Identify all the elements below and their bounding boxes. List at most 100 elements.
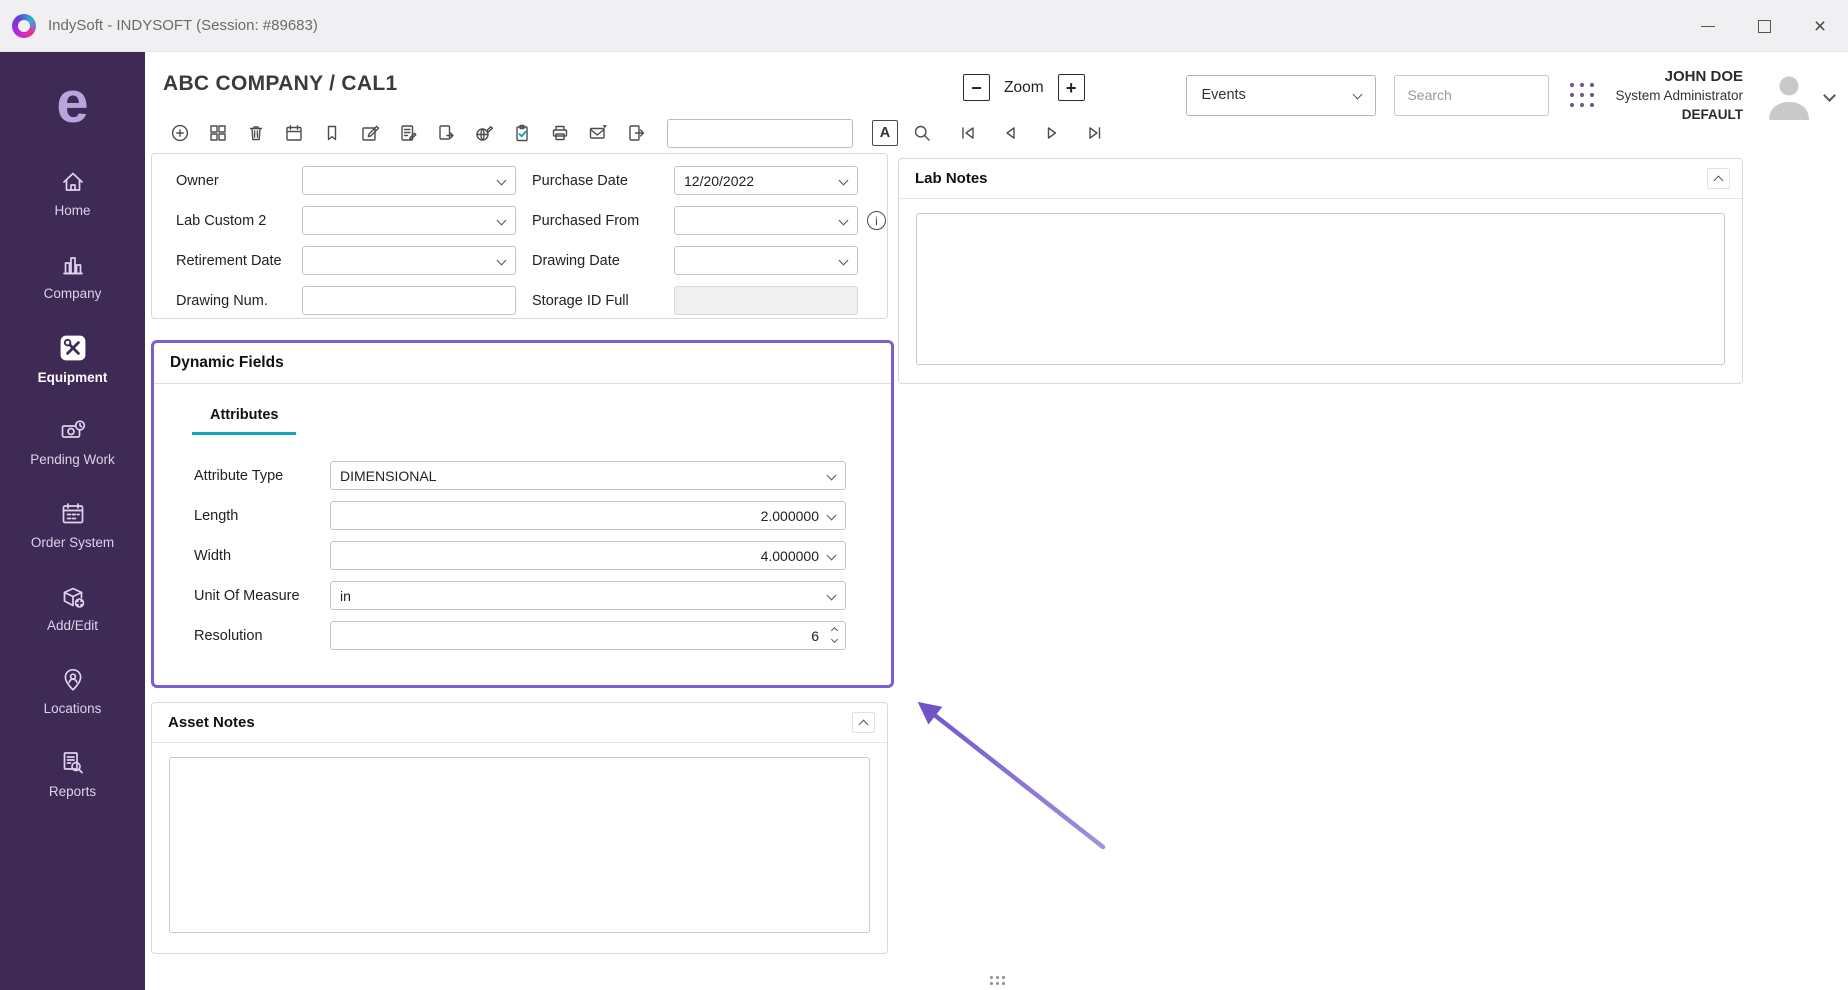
add-record-button[interactable] [165,119,194,148]
field-label-resolution: Resolution [194,628,330,644]
events-dropdown-value: Events [1201,87,1245,103]
text-style-toggle-button[interactable]: A [872,120,898,146]
retirement-date-select[interactable] [302,246,516,275]
close-button[interactable]: × [1792,0,1848,52]
user-info: JOHN DOE System Administrator DEFAULT [1615,66,1743,125]
sidebar-item-company[interactable]: Company [0,235,145,318]
field-label-purchase-date: Purchase Date [516,173,674,189]
email-icon [588,123,608,143]
window-controls: × [1680,0,1848,52]
nav-first-button[interactable] [953,119,982,148]
length-row: Length 2.000000 [194,501,891,530]
close-icon: × [1814,16,1826,37]
splitter-grip[interactable] [990,976,1005,985]
nav-prev-icon [1001,124,1019,142]
avatar-icon [1761,70,1817,120]
doc-transfer-button[interactable] [431,119,460,148]
field-label-retirement-date: Retirement Date [176,253,302,269]
purchased-from-select[interactable] [674,206,858,235]
delete-button[interactable] [241,119,270,148]
width-value: 4.000000 [761,548,819,564]
nav-first-icon [959,124,977,142]
waffle-dots-icon [1567,80,1597,110]
email-button[interactable] [583,119,612,148]
sidebar-item-reports[interactable]: Reports [0,733,145,816]
resolution-value: 6 [811,628,819,644]
edit-button[interactable] [355,119,384,148]
unit-of-measure-select[interactable]: in [330,581,846,610]
maximize-button[interactable] [1736,0,1792,52]
events-dropdown[interactable]: Events [1186,75,1376,116]
nav-next-button[interactable] [1037,119,1066,148]
equipment-icon [59,334,87,362]
record-toolbar: A [165,116,1108,150]
unit-of-measure-row: Unit Of Measure in [194,581,891,610]
field-label-length: Length [194,508,330,524]
zoom-out-button[interactable]: − [963,74,990,101]
nav-last-button[interactable] [1079,119,1108,148]
chevron-down-icon [1823,89,1836,102]
field-label-drawing-num: Drawing Num. [176,293,302,309]
sidebar-item-pending-work[interactable]: Pending Work [0,401,145,484]
asset-notes-collapse-button[interactable] [852,712,875,733]
sidebar-item-equipment[interactable]: Equipment [0,318,145,401]
tab-attributes[interactable]: Attributes [192,407,296,435]
print-button[interactable] [545,119,574,148]
chevron-up-icon [831,627,838,634]
minimize-button[interactable] [1680,0,1736,52]
zoom-label: Zoom [1004,79,1044,97]
chevron-down-icon [1353,89,1363,99]
search-input[interactable] [1394,75,1549,116]
copy-layout-button[interactable] [203,119,232,148]
sidebar-item-add-edit[interactable]: Add/Edit [0,567,145,650]
width-select[interactable]: 4.000000 [330,541,846,570]
length-select[interactable]: 2.000000 [330,501,846,530]
memo-edit-button[interactable] [393,119,422,148]
bookmark-button[interactable] [317,119,346,148]
info-icon[interactable]: i [867,211,886,230]
chevron-down-icon [827,471,837,481]
drawing-date-select[interactable] [674,246,858,275]
resolution-spinner[interactable]: 6 [330,621,846,650]
unit-of-measure-value: in [340,588,351,604]
purchase-date-select[interactable]: 12/20/2022 [674,166,858,195]
link-edit-button[interactable] [469,119,498,148]
app-grid-icon[interactable] [1567,80,1597,110]
width-row: Width 4.000000 [194,541,891,570]
dynamic-fields-title: Dynamic Fields [154,343,891,384]
zoom-controls: − Zoom + [963,74,1085,101]
chevron-down-icon [827,551,837,561]
asset-notes-textarea[interactable] [169,757,870,933]
owner-select[interactable] [302,166,516,195]
field-label-lab-custom-2: Lab Custom 2 [176,213,302,229]
drawing-num-input[interactable] [302,286,516,315]
clipboard-check-icon [512,123,532,143]
chevron-down-icon [831,636,838,643]
user-profile: DEFAULT [1615,106,1743,125]
user-role: System Administrator [1615,87,1743,106]
chevron-up-icon [859,719,869,729]
chevron-down-icon [497,216,507,226]
nav-prev-button[interactable] [995,119,1024,148]
sidebar-item-order-system[interactable]: Order System [0,484,145,567]
attribute-type-select[interactable]: DIMENSIONAL [330,461,846,490]
clipboard-check-button[interactable] [507,119,536,148]
export-doc-button[interactable] [621,119,650,148]
spinner-buttons[interactable] [832,628,837,642]
calendar-event-icon [284,123,304,143]
toolbar-search-button[interactable] [907,119,936,148]
sidebar: e Home Company Equipment [0,52,145,990]
lab-notes-textarea[interactable] [916,213,1725,365]
length-value: 2.000000 [761,508,819,524]
chevron-down-icon [839,176,849,186]
lab-custom-2-select[interactable] [302,206,516,235]
app-window: IndySoft - INDYSOFT (Session: #89683) × … [0,0,1848,990]
sidebar-item-home[interactable]: Home [0,152,145,235]
resolution-row: Resolution 6 [194,621,891,650]
zoom-in-button[interactable]: + [1058,74,1085,101]
calendar-event-button[interactable] [279,119,308,148]
user-menu[interactable] [1761,70,1834,120]
quick-filter-input[interactable] [667,119,853,148]
lab-notes-collapse-button[interactable] [1707,168,1730,189]
sidebar-item-locations[interactable]: Locations [0,650,145,733]
